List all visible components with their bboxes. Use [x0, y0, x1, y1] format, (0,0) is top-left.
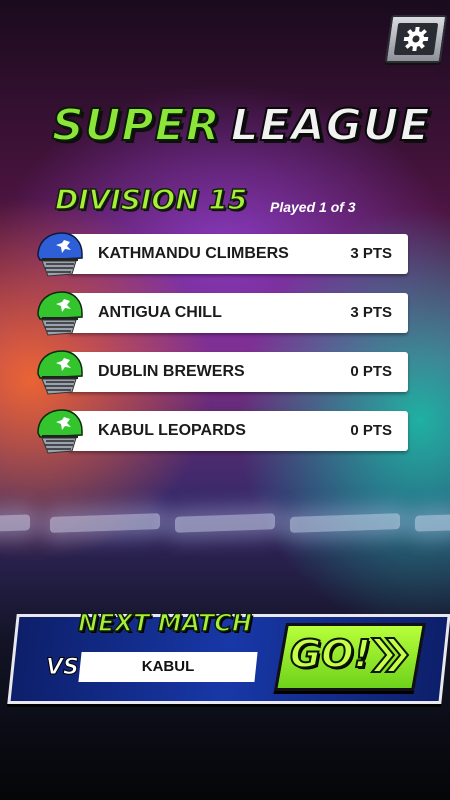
cricket-helmet-icon — [37, 409, 83, 454]
played-count: Played 1 of 3 — [270, 199, 356, 215]
double-chevron-right-icon — [369, 637, 410, 673]
team-points: 3 PTS — [350, 304, 392, 321]
stadium-lights — [0, 505, 450, 555]
team-bar: KATHMANDU CLIMBERS 3 PTS — [68, 234, 408, 274]
opponent-name: KABUL — [141, 658, 195, 675]
team-row[interactable]: ANTIGUA CHILL 3 PTS — [32, 289, 408, 336]
settings-button[interactable] — [384, 15, 448, 63]
title-word-super: SUPER — [51, 99, 221, 152]
team-points: 3 PTS — [350, 245, 392, 262]
team-row[interactable]: DUBLIN BREWERS 0 PTS — [32, 348, 408, 395]
team-bar: ANTIGUA CHILL 3 PTS — [68, 293, 408, 333]
team-name: DUBLIN BREWERS — [98, 363, 245, 380]
team-points: 0 PTS — [350, 422, 392, 439]
cricket-helmet-icon — [37, 291, 83, 336]
cricket-helmet-icon — [37, 350, 83, 395]
team-row[interactable]: KABUL LEOPARDS 0 PTS — [32, 407, 408, 454]
team-name: KABUL LEOPARDS — [98, 422, 246, 439]
next-match-label: NEXT MATCH — [77, 608, 252, 638]
team-bar: DUBLIN BREWERS 0 PTS — [68, 352, 408, 392]
gear-icon — [393, 23, 439, 55]
team-bar: KABUL LEOPARDS 0 PTS — [68, 411, 408, 451]
team-name: KATHMANDU CLIMBERS — [98, 245, 289, 262]
go-button-label[interactable]: GO! — [289, 628, 372, 680]
team-name: ANTIGUA CHILL — [98, 304, 222, 321]
game-title: SUPER LEAGUE — [51, 95, 431, 157]
title-word-league: LEAGUE — [230, 99, 431, 152]
cricket-helmet-icon — [37, 232, 83, 277]
division-label: DIVISION 15 — [54, 182, 248, 217]
team-row[interactable]: KATHMANDU CLIMBERS 3 PTS — [32, 230, 408, 277]
team-points: 0 PTS — [350, 363, 392, 380]
